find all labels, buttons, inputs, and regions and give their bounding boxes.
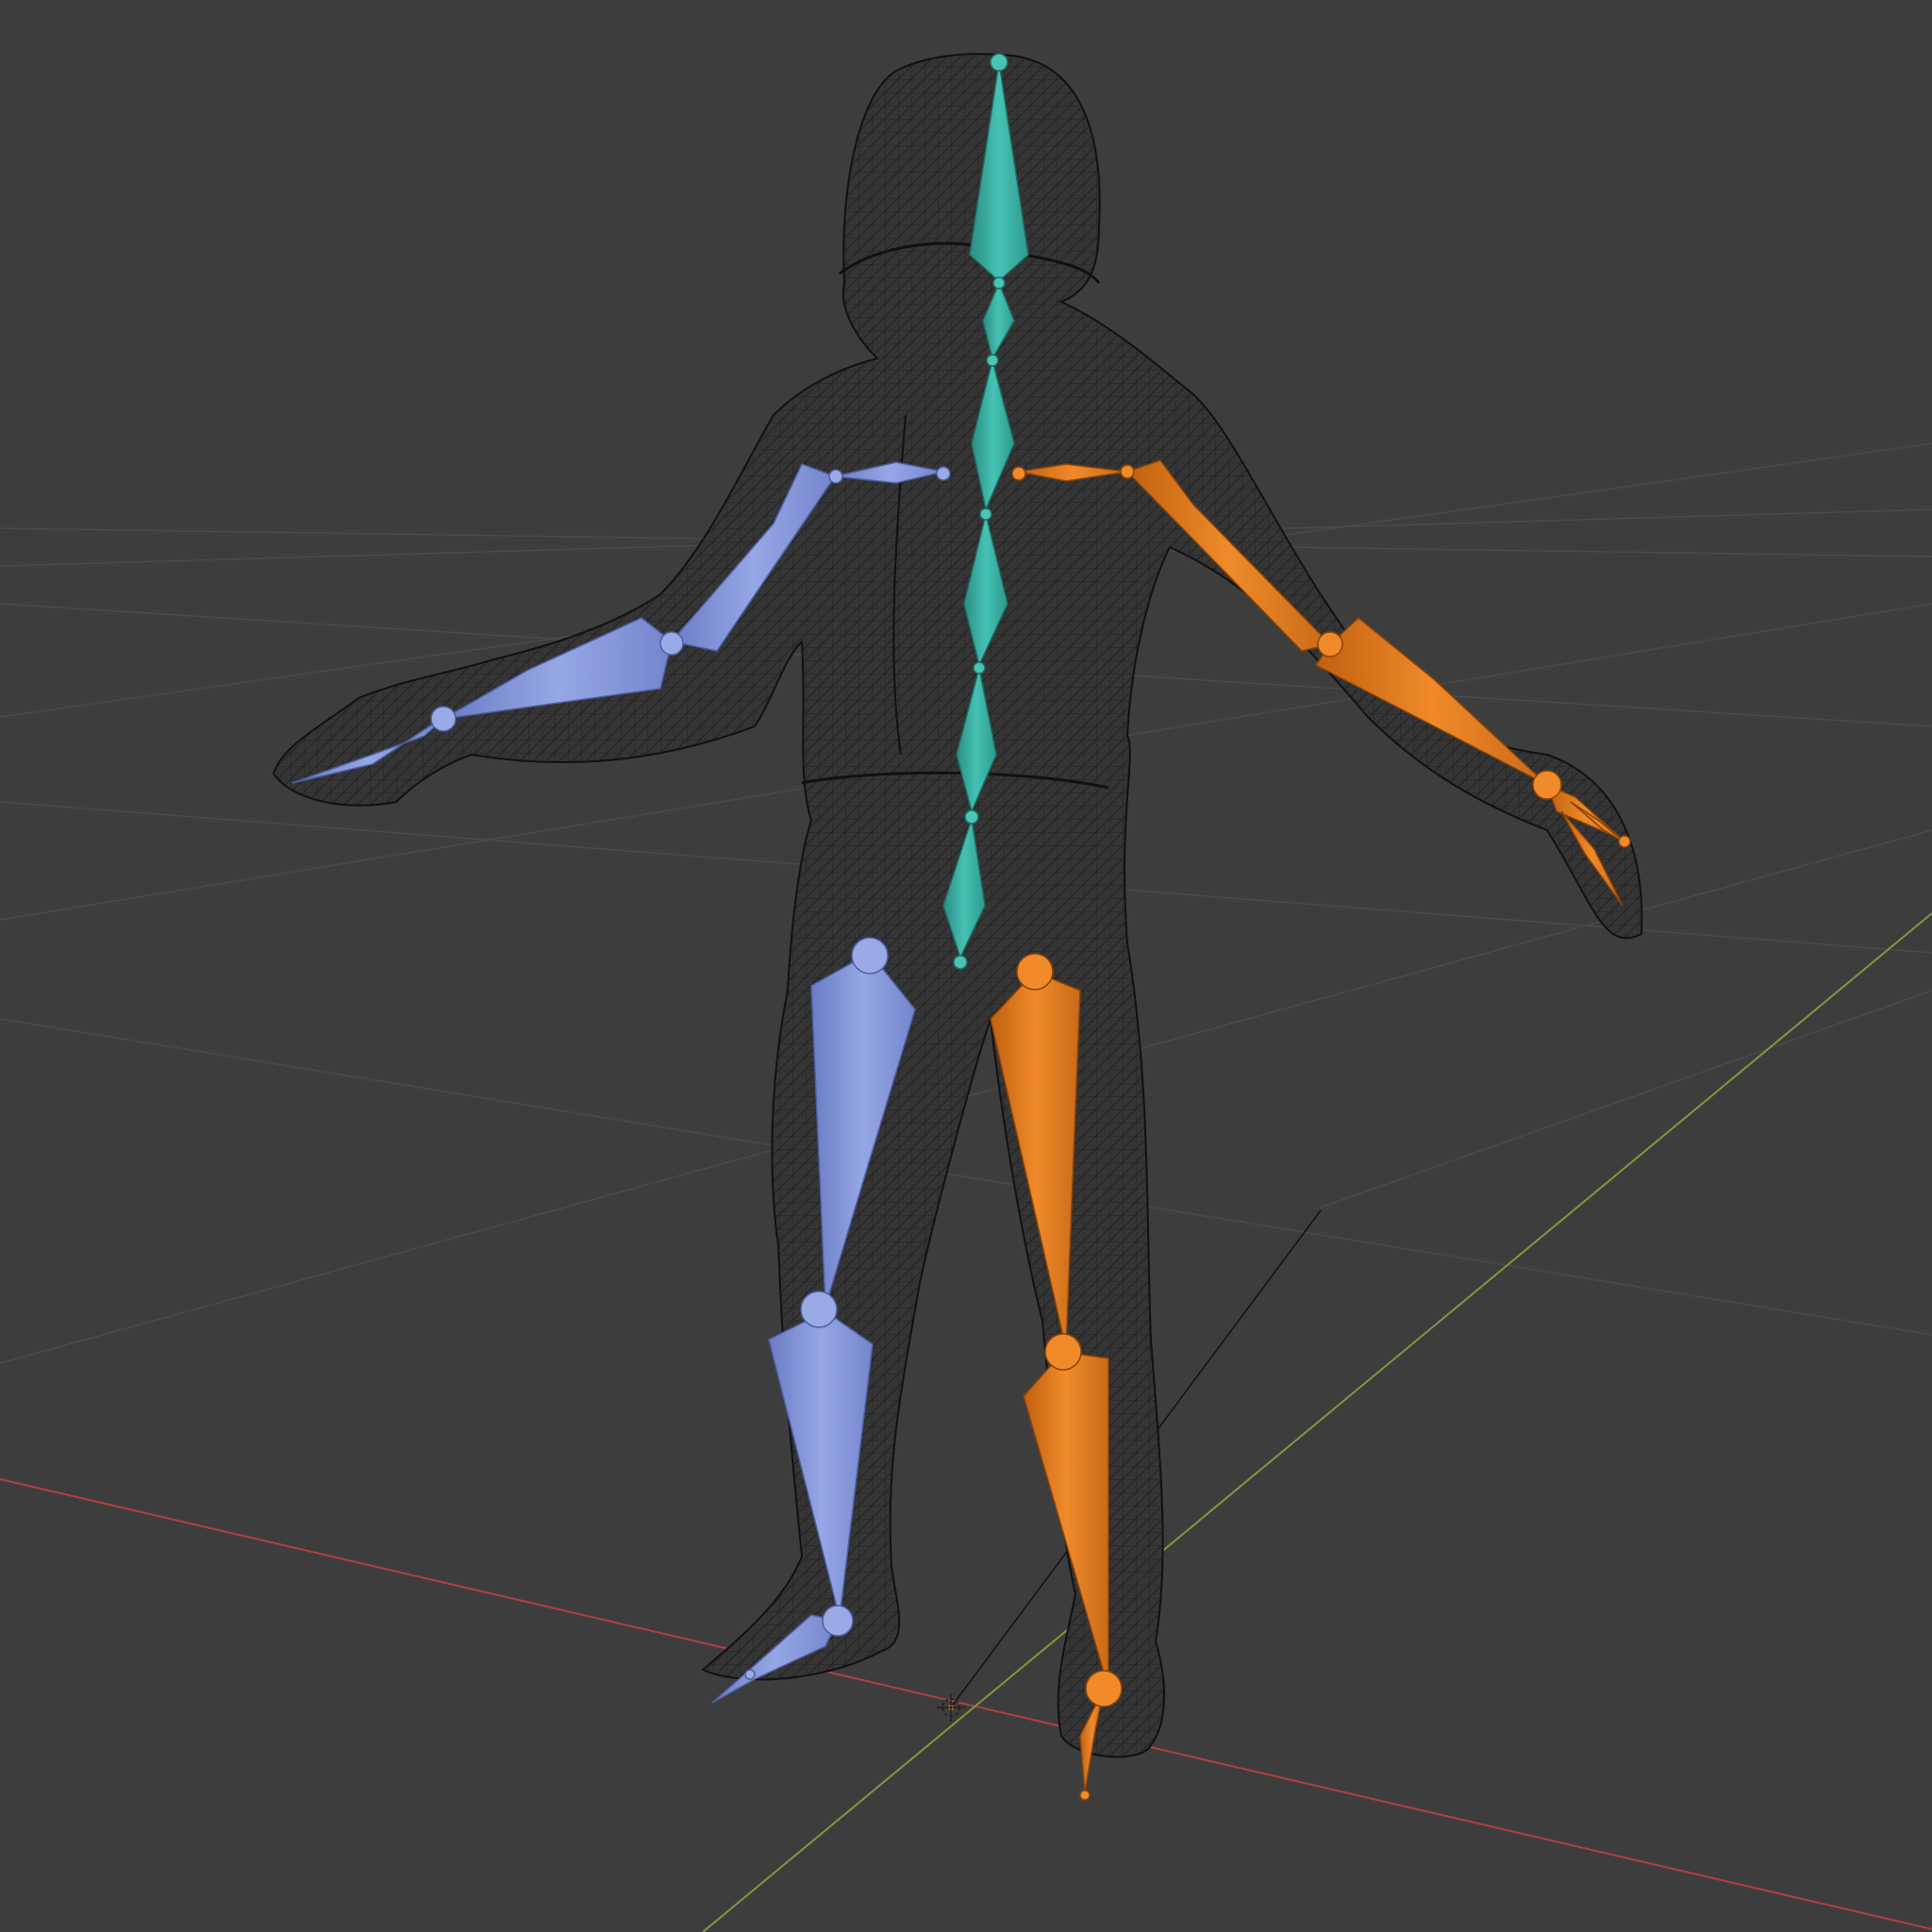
joint-right-toe (1079, 1790, 1091, 1801)
joint-right-wrist (1532, 770, 1562, 800)
joint-waist (973, 661, 986, 675)
joint-left-toe (744, 1669, 756, 1680)
joint-left-hip (851, 937, 889, 974)
joint-head-tip (990, 53, 1008, 72)
x-axis-line (0, 1478, 1932, 1930)
joint-spine (979, 508, 992, 521)
joint-chest (986, 354, 999, 367)
joint-hip-root (953, 955, 968, 970)
joint-right-finger (1618, 835, 1631, 848)
joint-left-knee (800, 1291, 838, 1328)
joint-right-shoulder (1120, 464, 1135, 479)
joint-right-knee (1044, 1333, 1082, 1371)
joint-neck (992, 276, 1006, 290)
joint-right-ankle (1085, 1670, 1123, 1707)
joint-left-shoulder-end (936, 466, 951, 481)
joint-left-ankle (822, 1605, 854, 1637)
3d-viewport[interactable] (0, 0, 1932, 1932)
joint-right-elbow (1317, 631, 1343, 658)
joint-left-shoulder (828, 469, 843, 484)
joint-pelvis (964, 809, 979, 824)
joint-left-elbow (659, 631, 684, 656)
joint-right-hip (1016, 953, 1054, 991)
joint-left-wrist (430, 706, 457, 732)
joint-right-shoulder-end (1011, 466, 1026, 481)
